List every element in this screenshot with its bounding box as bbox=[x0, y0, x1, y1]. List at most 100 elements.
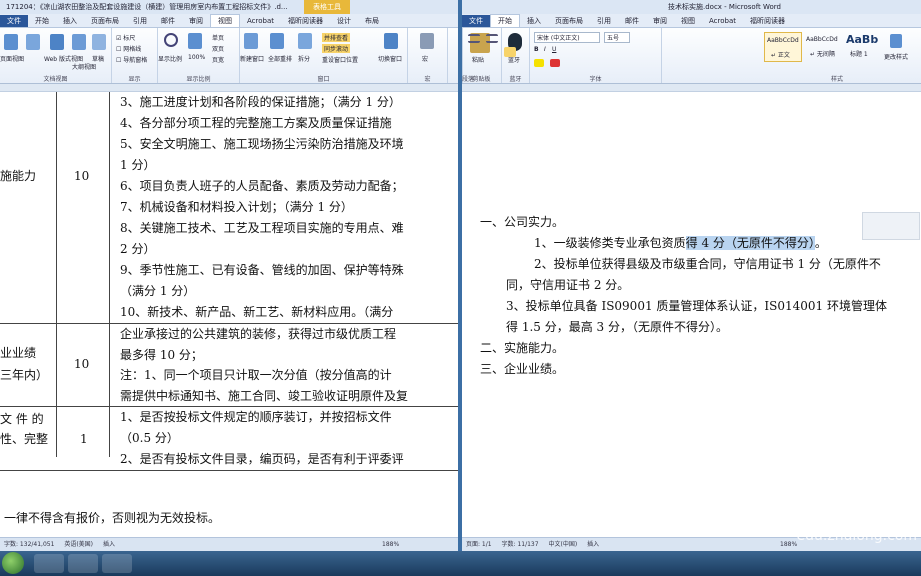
tab-1[interactable]: 开始 bbox=[28, 15, 56, 27]
row2-score: 10 bbox=[74, 357, 90, 371]
left-document-page[interactable]: 施能力 10 业业绩 三年内） 10 文 件 的 性、完整 1 一律不得含有报价… bbox=[0, 92, 458, 537]
one-page-button[interactable]: 单页 bbox=[212, 33, 224, 42]
tab-8[interactable]: Acrobat bbox=[702, 15, 743, 27]
mini-toolbar[interactable] bbox=[862, 212, 920, 240]
tab-9[interactable]: 福昕阅读器 bbox=[281, 15, 330, 27]
row3-line-1: （0.5 分） bbox=[120, 431, 179, 445]
split-label: 拆分 bbox=[298, 56, 311, 63]
split-icon[interactable] bbox=[298, 33, 312, 49]
font-size-select[interactable]: 五号 bbox=[604, 32, 630, 43]
arrange-label: 全部重排 bbox=[268, 56, 293, 63]
ruler-checkbox[interactable]: ☑ 标尺 bbox=[116, 33, 135, 42]
switch-window-icon[interactable] bbox=[384, 33, 398, 49]
numbering-icon[interactable] bbox=[486, 34, 498, 43]
left-window-title: 171204：《凉山湖农田整治及配套设施建设（横建）管理用房室内布置工程招标文件… bbox=[6, 3, 288, 11]
bullets-icon[interactable] bbox=[468, 34, 480, 43]
right-zoom-level[interactable]: 188% bbox=[780, 538, 797, 551]
tab-3[interactable]: 页面布局 bbox=[548, 15, 590, 27]
tab-5[interactable]: 邮件 bbox=[154, 15, 182, 27]
style-normal[interactable]: AaBbCcDd ↵ 正文 bbox=[764, 32, 802, 62]
row1-line-10: 10、新技术、新产品、新工艺、新材料应用。（满分 bbox=[120, 305, 394, 319]
change-styles-icon[interactable] bbox=[890, 34, 902, 48]
tab-3[interactable]: 页面布局 bbox=[84, 15, 126, 27]
heading-implementation: 二、实施能力。 bbox=[480, 341, 565, 355]
bold-icon[interactable]: B bbox=[534, 46, 539, 53]
change-styles-label: 更改样式 bbox=[884, 54, 909, 61]
nav-label: 导航窗格 bbox=[123, 57, 148, 64]
tab-0[interactable]: 文件 bbox=[462, 15, 490, 27]
web-view-icon[interactable] bbox=[50, 34, 64, 50]
right-document-page[interactable]: 一、公司实力。 1、一级装修类专业承包资质得 4 分（无原件不得分）。 2、投标… bbox=[462, 92, 921, 537]
row2-label-b: 三年内） bbox=[0, 368, 49, 382]
tab-2[interactable]: 插入 bbox=[520, 15, 548, 27]
page-width-button[interactable]: 页宽 bbox=[212, 55, 224, 64]
right-ribbon-tabs: 文件 开始 插入 页面布局 引用 邮件 审阅 视图 Acrobat 福昕阅读器 bbox=[462, 14, 921, 28]
start-button[interactable] bbox=[2, 552, 24, 574]
taskbar bbox=[0, 551, 921, 576]
right-insert-mode[interactable]: 插入 bbox=[587, 541, 599, 548]
draft-view-icon[interactable] bbox=[92, 34, 106, 50]
watermark: edu.zhulong.com bbox=[796, 528, 917, 544]
read-view-icon[interactable] bbox=[26, 34, 40, 50]
row1-score: 10 bbox=[74, 169, 90, 183]
underline-icon[interactable]: U bbox=[552, 46, 556, 53]
row2-label-a: 业业绩 bbox=[0, 346, 37, 360]
sync-scroll-button[interactable]: 同步滚动 bbox=[322, 44, 351, 53]
new-window-icon[interactable] bbox=[244, 33, 258, 49]
font-name-select[interactable]: 宋体 (中文正文) bbox=[534, 32, 600, 43]
style-no-spacing[interactable]: AaBbCcDd ↵ 无间隔 bbox=[804, 32, 842, 62]
tab-2[interactable]: 插入 bbox=[56, 15, 84, 27]
left-zoom-level[interactable]: 188% bbox=[382, 538, 399, 551]
row3-line-2: 2、是否有投标文件目录，编页码，是否有利于评委评 bbox=[120, 452, 404, 466]
row1-line-1: 4、各分部分项工程的完整施工方案及质量保证措施 bbox=[120, 116, 392, 130]
selected-text[interactable]: 得 4 分（无原件不得分） bbox=[685, 236, 815, 250]
reset-window-button[interactable]: 重设窗口位置 bbox=[322, 55, 358, 64]
tab-1[interactable]: 开始 bbox=[490, 14, 520, 27]
group-zoom: 显示比例 100% 单页 双页 页宽 显示比例 bbox=[158, 28, 240, 83]
tab-6[interactable]: 审阅 bbox=[182, 15, 210, 27]
side-by-side-button[interactable]: 并排查看 bbox=[322, 33, 351, 42]
tab-9[interactable]: 福昕阅读器 bbox=[743, 15, 792, 27]
tab-4[interactable]: 引用 bbox=[590, 15, 618, 27]
two-page-button[interactable]: 双页 bbox=[212, 44, 224, 53]
tab-4[interactable]: 引用 bbox=[126, 15, 154, 27]
right-word-count[interactable]: 字数: 11/137 bbox=[502, 541, 539, 548]
group-macro: 宏 宏 bbox=[408, 28, 448, 83]
row1-line-0: 3、施工进度计划和各阶段的保证措施；（满分 1 分） bbox=[120, 95, 401, 109]
taskbar-app-1[interactable] bbox=[34, 554, 64, 573]
tab-5[interactable]: 邮件 bbox=[618, 15, 646, 27]
macro-icon[interactable] bbox=[420, 33, 434, 49]
arrange-all-icon[interactable] bbox=[270, 33, 284, 49]
tab-6[interactable]: 审阅 bbox=[646, 15, 674, 27]
tab-7[interactable]: 视图 bbox=[210, 14, 240, 27]
taskbar-app-2[interactable] bbox=[68, 554, 98, 573]
highlight-icon[interactable] bbox=[534, 59, 544, 67]
paragraph-2-line-2: 同，守信用证书 2 分。 bbox=[506, 278, 630, 292]
right-page-count[interactable]: 页面: 1/1 bbox=[466, 541, 492, 548]
tab-7[interactable]: 视图 bbox=[674, 15, 702, 27]
taskbar-app-3[interactable] bbox=[102, 554, 132, 573]
zoom-label: 显示比例 bbox=[158, 56, 183, 63]
tab-8[interactable]: Acrobat bbox=[240, 15, 281, 27]
zoom-icon[interactable] bbox=[164, 33, 178, 47]
group-label-show: 显示 bbox=[128, 76, 141, 83]
table-col-line-1 bbox=[56, 92, 57, 457]
tab-0[interactable]: 文件 bbox=[0, 15, 28, 27]
style-heading-1[interactable]: AaBb 标题 1 bbox=[844, 32, 882, 62]
left-insert-mode[interactable]: 插入 bbox=[103, 541, 115, 548]
tab-11[interactable]: 布局 bbox=[358, 15, 386, 27]
nav-checkbox[interactable]: ☐ 导航窗格 bbox=[116, 55, 147, 64]
italic-icon[interactable]: I bbox=[544, 46, 546, 53]
tab-10[interactable]: 设计 bbox=[330, 15, 358, 27]
row2-line-1: 最多得 10 分； bbox=[120, 347, 203, 362]
page-view-icon[interactable] bbox=[4, 34, 18, 50]
grid-checkbox[interactable]: ☐ 网格线 bbox=[116, 44, 141, 53]
row2-line-2: 注：1、同一个项目只计取一次分值（按分值高的计 bbox=[120, 368, 392, 382]
font-color-icon[interactable] bbox=[550, 59, 560, 67]
left-word-window: 171204：《凉山湖农田整治及配套设施建设（横建）管理用房室内布置工程招标文件… bbox=[0, 0, 458, 551]
group-label-macro: 宏 bbox=[424, 76, 431, 83]
align-justify-icon[interactable] bbox=[504, 47, 516, 57]
outline-view-icon[interactable] bbox=[72, 34, 86, 50]
left-ribbon: 页面视图 Web 版式视图 大纲视图 草稿 文档视图 ☑ 标尺 ☐ 网格线 ☐ … bbox=[0, 28, 458, 84]
pct100-icon[interactable] bbox=[188, 33, 202, 49]
